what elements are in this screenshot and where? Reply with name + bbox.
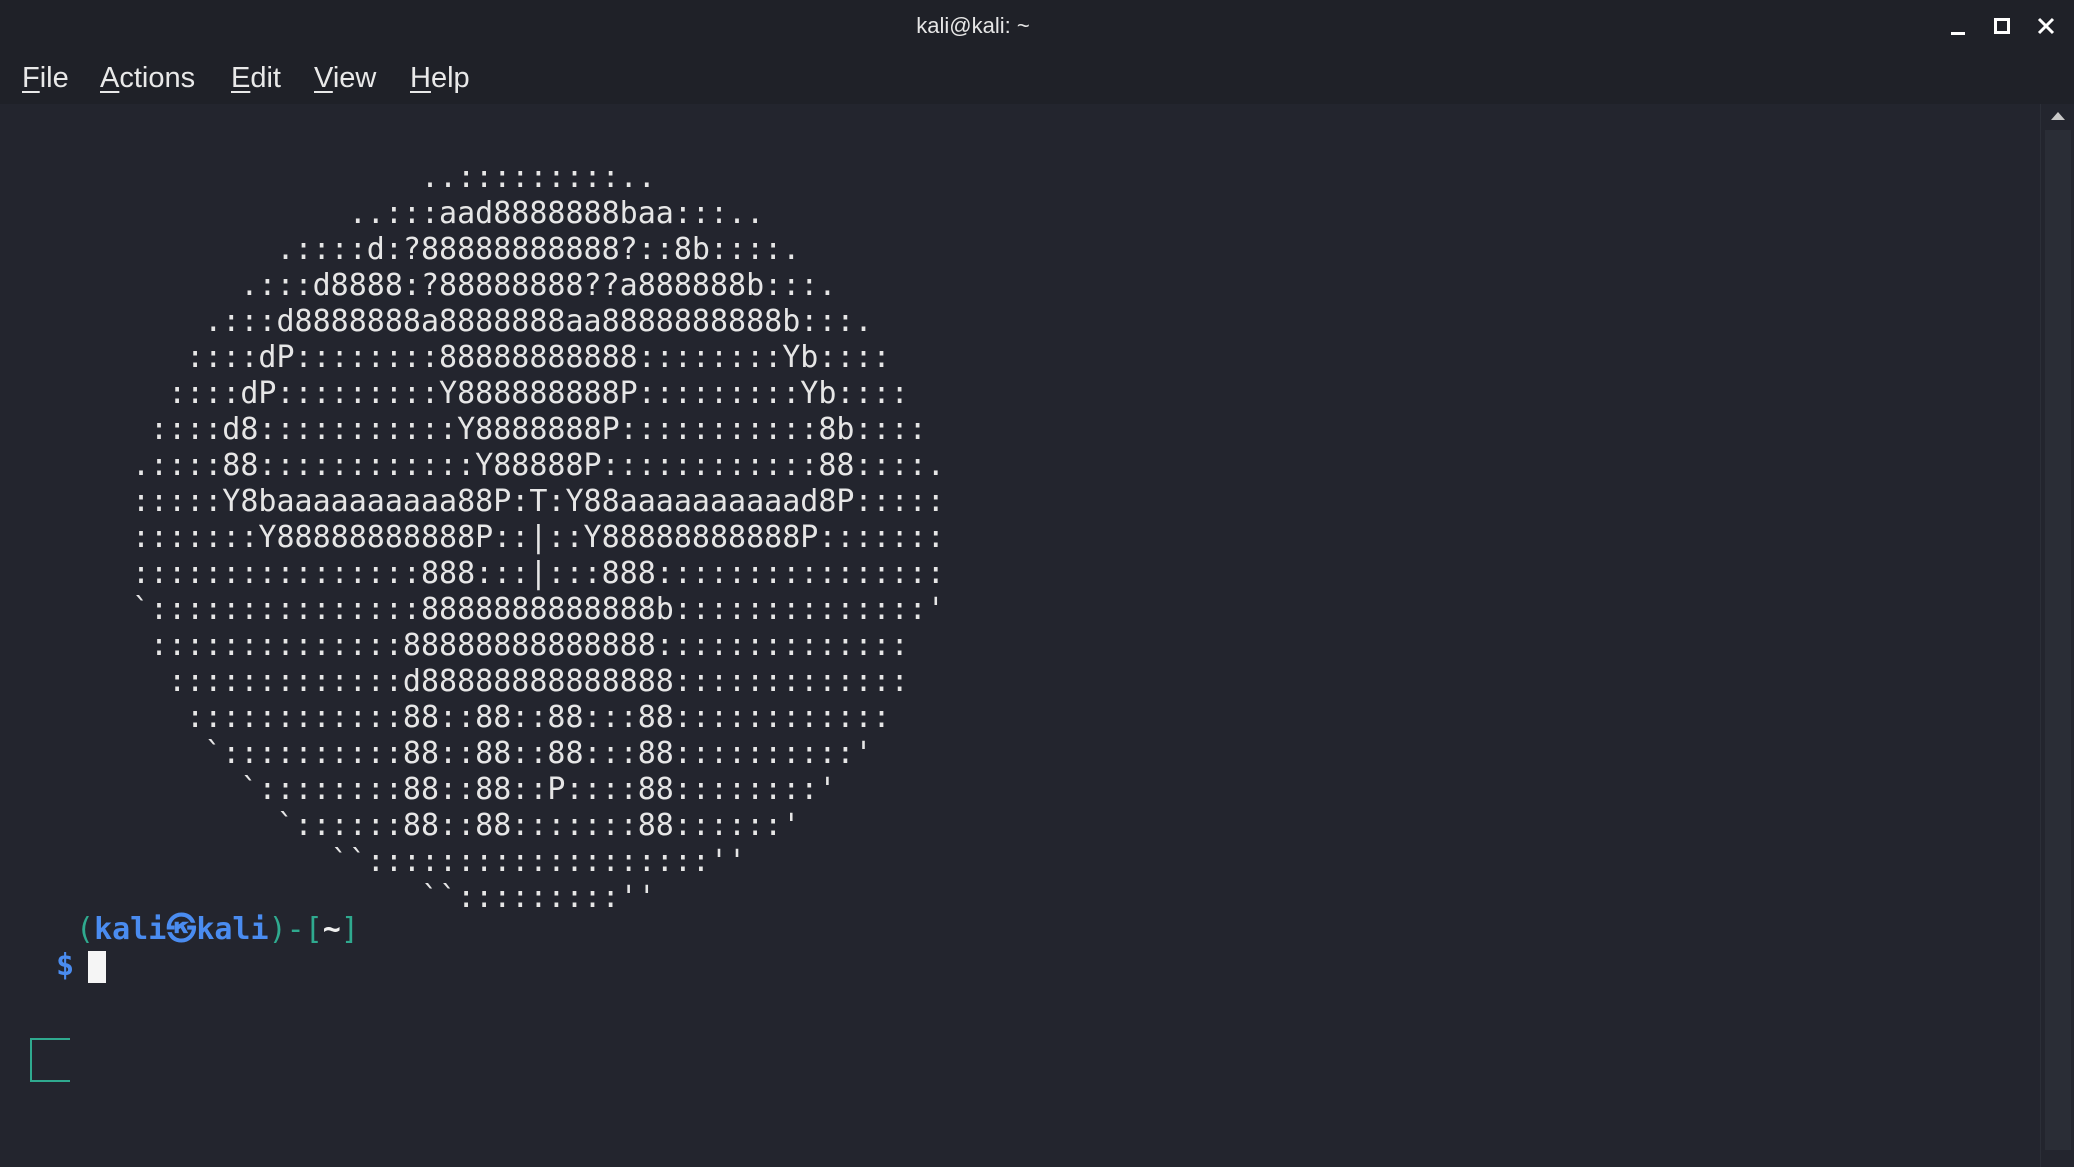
menu-file-accelerator: F: [22, 62, 40, 94]
maximize-icon: [1994, 18, 2010, 34]
prompt-open-paren: (: [76, 912, 95, 947]
prompt-input-line[interactable]: $: [56, 948, 107, 984]
window-title: kali@kali: ~: [916, 13, 1030, 38]
scrollbar-track[interactable]: [2045, 130, 2071, 1150]
prompt-line: (kali㉿kali)-[~]: [76, 912, 359, 948]
title-bar: kali@kali: ~: [0, 0, 2074, 52]
menu-view-label: iew: [332, 62, 377, 94]
menu-file-label: ile: [39, 62, 69, 94]
prompt-symbol: $: [56, 948, 75, 983]
menu-bar: File Actions Edit View Help: [0, 52, 2074, 104]
prompt-dash: -: [286, 912, 305, 947]
prompt-close-bracket: ]: [340, 912, 359, 947]
prompt-directory: ~: [322, 912, 341, 947]
scroll-up-arrow-icon[interactable]: [2047, 104, 2069, 128]
vertical-scrollbar[interactable]: [2040, 104, 2074, 1167]
menu-view[interactable]: View: [314, 52, 376, 104]
minimize-icon: [1951, 32, 1965, 35]
prompt-close-paren: ): [268, 912, 287, 947]
menu-actions-accelerator: A: [100, 62, 120, 94]
prompt-at-symbol: ㉿: [166, 912, 197, 947]
menu-actions[interactable]: Actions: [100, 52, 195, 104]
prompt-open-bracket: [: [304, 912, 323, 947]
close-icon: [2037, 17, 2055, 35]
menu-view-accelerator: V: [314, 62, 333, 94]
prompt-user: kali: [94, 912, 167, 947]
menu-help-label: elp: [430, 62, 470, 94]
text-cursor: [88, 950, 107, 983]
menu-help-accelerator: H: [410, 62, 431, 94]
menu-edit-label: dit: [250, 62, 281, 94]
close-button[interactable]: [2030, 10, 2062, 42]
menu-actions-label: ctions: [119, 62, 196, 94]
prompt-host: kali: [196, 912, 269, 947]
prompt-corner-line: [30, 1038, 70, 1082]
terminal-area[interactable]: ..:::::::::.. ..:::aad8888888baa:::.. .:…: [0, 104, 2040, 1167]
minimize-button[interactable]: [1942, 10, 1974, 42]
menu-help[interactable]: Help: [410, 52, 470, 104]
menu-edit[interactable]: Edit: [231, 52, 281, 104]
menu-file[interactable]: File: [22, 52, 69, 104]
maximize-button[interactable]: [1986, 10, 2018, 42]
menu-edit-accelerator: E: [231, 62, 251, 94]
terminal-window: kali@kali: ~ File Actions Edit View Help…: [0, 0, 2074, 1167]
ascii-art-banner: ..:::::::::.. ..:::aad8888888baa:::.. .:…: [132, 160, 945, 915]
